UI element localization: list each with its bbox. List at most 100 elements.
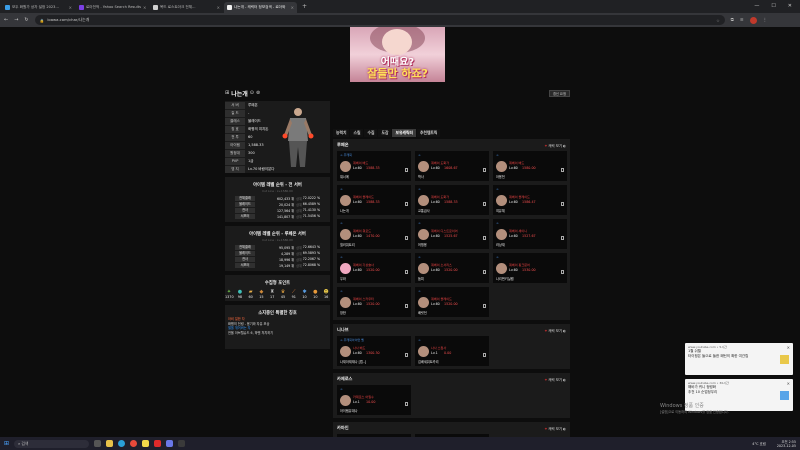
browser-tab[interactable]: 나는개 - 캐릭터 정보검색 - 로아와 ×	[224, 2, 297, 13]
edge-icon[interactable]	[118, 440, 126, 447]
collection-item[interactable]: ◆ 15	[258, 289, 266, 299]
back-icon[interactable]: ←	[4, 17, 8, 23]
tab-close-icon[interactable]: ×	[141, 5, 146, 10]
browser-tab[interactable]: 목드 로스트아크 전체... ×	[150, 2, 223, 13]
refresh-request-button[interactable]: 갱신 요청	[548, 89, 570, 97]
toggle-icon[interactable]: ◐	[562, 378, 566, 382]
character-card[interactable]: ⚔ 워베이 기상술사 Lv.60 1520.00 우와	[337, 253, 411, 283]
character-card[interactable]: ⚔ 주캐릭아이언 벨 나사 배드 Lv.60 1300.30 나재아재재나 [캡..]	[337, 336, 411, 366]
copy-icon[interactable]	[561, 202, 564, 206]
discord-icon[interactable]	[166, 440, 174, 447]
character-card[interactable]: ⚔ 워베이 도화가 Lv.60 1608.67 학사	[415, 151, 489, 181]
minimize-icon[interactable]: —	[754, 3, 759, 9]
tab-close-icon[interactable]: ×	[289, 5, 294, 10]
copy-icon[interactable]	[483, 304, 486, 308]
copy-icon[interactable]	[405, 353, 408, 357]
show-characters-button[interactable]: +캐릭 보기 ◐	[545, 143, 566, 148]
notification-close-icon[interactable]: ✕	[787, 345, 790, 350]
copy-icon[interactable]	[561, 236, 564, 240]
ad-banner[interactable]: 어때요? 잘들만 하죠?	[350, 27, 445, 82]
character-card[interactable]: ⚔ 워베이 스카우터 Lv.60 1520.00 장한	[337, 287, 411, 317]
extension-icon[interactable]: ⧉	[731, 17, 734, 23]
new-tab-button[interactable]: +	[298, 3, 311, 10]
character-card[interactable]: ⚔ 워베이 블레이드 Lv.60 1520.00 배릿던	[415, 287, 489, 317]
detail-tab[interactable]: 도감	[378, 129, 392, 137]
task-view-icon[interactable]	[94, 440, 102, 447]
weather-tray[interactable]: 4°C 흐림	[752, 441, 766, 446]
character-card[interactable]: ⚔ 나사 스컵사 Lv.1 0.00 김배세워트카리	[415, 336, 489, 366]
forward-icon[interactable]: →	[14, 17, 18, 23]
copy-icon[interactable]	[405, 270, 408, 274]
reload-icon[interactable]: ↻	[24, 17, 28, 23]
menu-icon[interactable]: ≡	[740, 18, 744, 23]
maximize-icon[interactable]: ☐	[771, 3, 775, 9]
app-icon[interactable]	[178, 440, 186, 447]
character-card[interactable]: ⚔ 워베이 도화가 Lv.60 1588.33 교통급사	[415, 185, 489, 215]
taskbar-search[interactable]: ⌕ 검색	[14, 439, 90, 448]
copy-icon[interactable]	[483, 236, 486, 240]
collection-item[interactable]: ♛ 45	[279, 289, 287, 299]
youtube-icon[interactable]	[154, 440, 162, 447]
character-card[interactable]: ⚔ 워베이 워로드 Lv.60 1470.00 힐러워트리	[337, 219, 411, 249]
close-window-icon[interactable]: ✕	[788, 3, 792, 9]
copy-icon[interactable]	[405, 402, 408, 406]
collection-item[interactable]: ▰ 60	[247, 289, 255, 299]
url-input[interactable]: 🔒 loawa.com/char/나는개 ☆	[34, 15, 725, 25]
collection-item[interactable]: ☻ 16	[322, 289, 330, 299]
collection-item[interactable]: ⟋ 91	[290, 289, 298, 299]
character-avatar	[340, 346, 351, 357]
copy-icon[interactable]	[405, 168, 408, 172]
detail-tab[interactable]: 보유캐릭터	[392, 129, 416, 137]
detail-tab[interactable]: 수집	[364, 129, 378, 137]
browser-tab[interactable]: 모두 화원가 상자 설정 2023... ×	[2, 2, 75, 13]
system-clock[interactable]: 오전 2:55 2023-12-05	[777, 440, 796, 448]
show-characters-button[interactable]: +캐릭 보기 ◐	[545, 328, 566, 333]
tab-close-icon[interactable]: ×	[215, 5, 220, 10]
character-card[interactable]: ⚔ 워베이 핑크문어 Lv.60 1530.00 나리펀키실렘	[493, 253, 567, 283]
collection-item[interactable]: ● 98	[236, 289, 244, 299]
capture-icon[interactable]: ⊚	[256, 90, 260, 96]
share-icon[interactable]: ⊙	[250, 90, 254, 96]
bookmark-star-icon[interactable]: ☆	[716, 18, 719, 23]
detail-tab[interactable]: 스킬	[350, 129, 364, 137]
detail-tab[interactable]: 능력치	[333, 129, 350, 137]
copy-icon[interactable]	[561, 168, 564, 172]
kebab-menu-icon[interactable]: ⋮	[763, 18, 768, 23]
character-card[interactable]: ⚔ 워베이 소서리스 Lv.60 1520.00 둠피	[415, 253, 489, 283]
copy-icon[interactable]	[483, 168, 486, 172]
copy-icon[interactable]	[483, 270, 486, 274]
character-card[interactable]: ⚔ 워베이 블레이드 Lv.60 1586.47 여유체	[493, 185, 567, 215]
tab-close-icon[interactable]: ×	[67, 5, 72, 10]
collection-item[interactable]: ✱ 10	[301, 289, 309, 299]
file-explorer-icon[interactable]	[106, 440, 114, 447]
copy-icon[interactable]	[405, 304, 408, 308]
toggle-icon[interactable]: ◐	[562, 427, 566, 431]
character-card[interactable]: ⚔ 워베이 세이니 Lv.60 1527.67 러상재	[493, 219, 567, 249]
collection-item[interactable]: ♜ 17	[268, 289, 276, 299]
copy-icon[interactable]	[483, 202, 486, 206]
notification-close-icon[interactable]: ✕	[787, 381, 790, 386]
bookmark-icon[interactable]: ⊞	[225, 90, 229, 96]
copy-icon[interactable]	[561, 270, 564, 274]
character-card[interactable]: ⚔ 워베이 디스트로이어 Lv.60 1525.67 어쟁용	[415, 219, 489, 249]
collection-item[interactable]: ● 10	[311, 289, 319, 299]
character-card[interactable]: ⚔ 주캐릭 워베이 배드 Lv.60 1588.33 워너메	[337, 151, 411, 181]
character-card[interactable]: ⚔ 워베이 블레이드 Lv.60 1588.33 나는개	[337, 185, 411, 215]
windows-start-icon[interactable]: ⊞	[4, 440, 9, 447]
copy-icon[interactable]	[483, 353, 486, 357]
copy-icon[interactable]	[405, 202, 408, 206]
kakaotalk-icon[interactable]	[142, 440, 150, 447]
copy-icon[interactable]	[405, 236, 408, 240]
toggle-icon[interactable]: ◐	[562, 144, 566, 148]
character-card[interactable]: ⚔ 카제로스 어릴수 Lv.1 10.00 아이템뮤대나	[337, 385, 411, 415]
show-characters-button[interactable]: +캐릭 보기 ◐	[545, 377, 566, 382]
toggle-icon[interactable]: ◐	[562, 329, 566, 333]
detail-tab[interactable]: 추천템트릭	[416, 129, 441, 137]
character-card[interactable]: ⚔ 워베이 배드 Lv.60 1580.00 아용천	[493, 151, 567, 181]
browser-tab[interactable]: 로아전적 - Yahoo Search Results ×	[76, 2, 149, 13]
profile-avatar[interactable]	[749, 16, 757, 24]
show-characters-button[interactable]: +캐릭 보기 ◐	[545, 426, 566, 431]
notification-card[interactable]: www.youtube.com • 5시간 1월 쉬월 타이핑은 들으로 들한 패…	[685, 343, 793, 375]
chrome-icon[interactable]	[130, 440, 138, 447]
collection-item[interactable]: ✦ 1370	[225, 289, 234, 299]
